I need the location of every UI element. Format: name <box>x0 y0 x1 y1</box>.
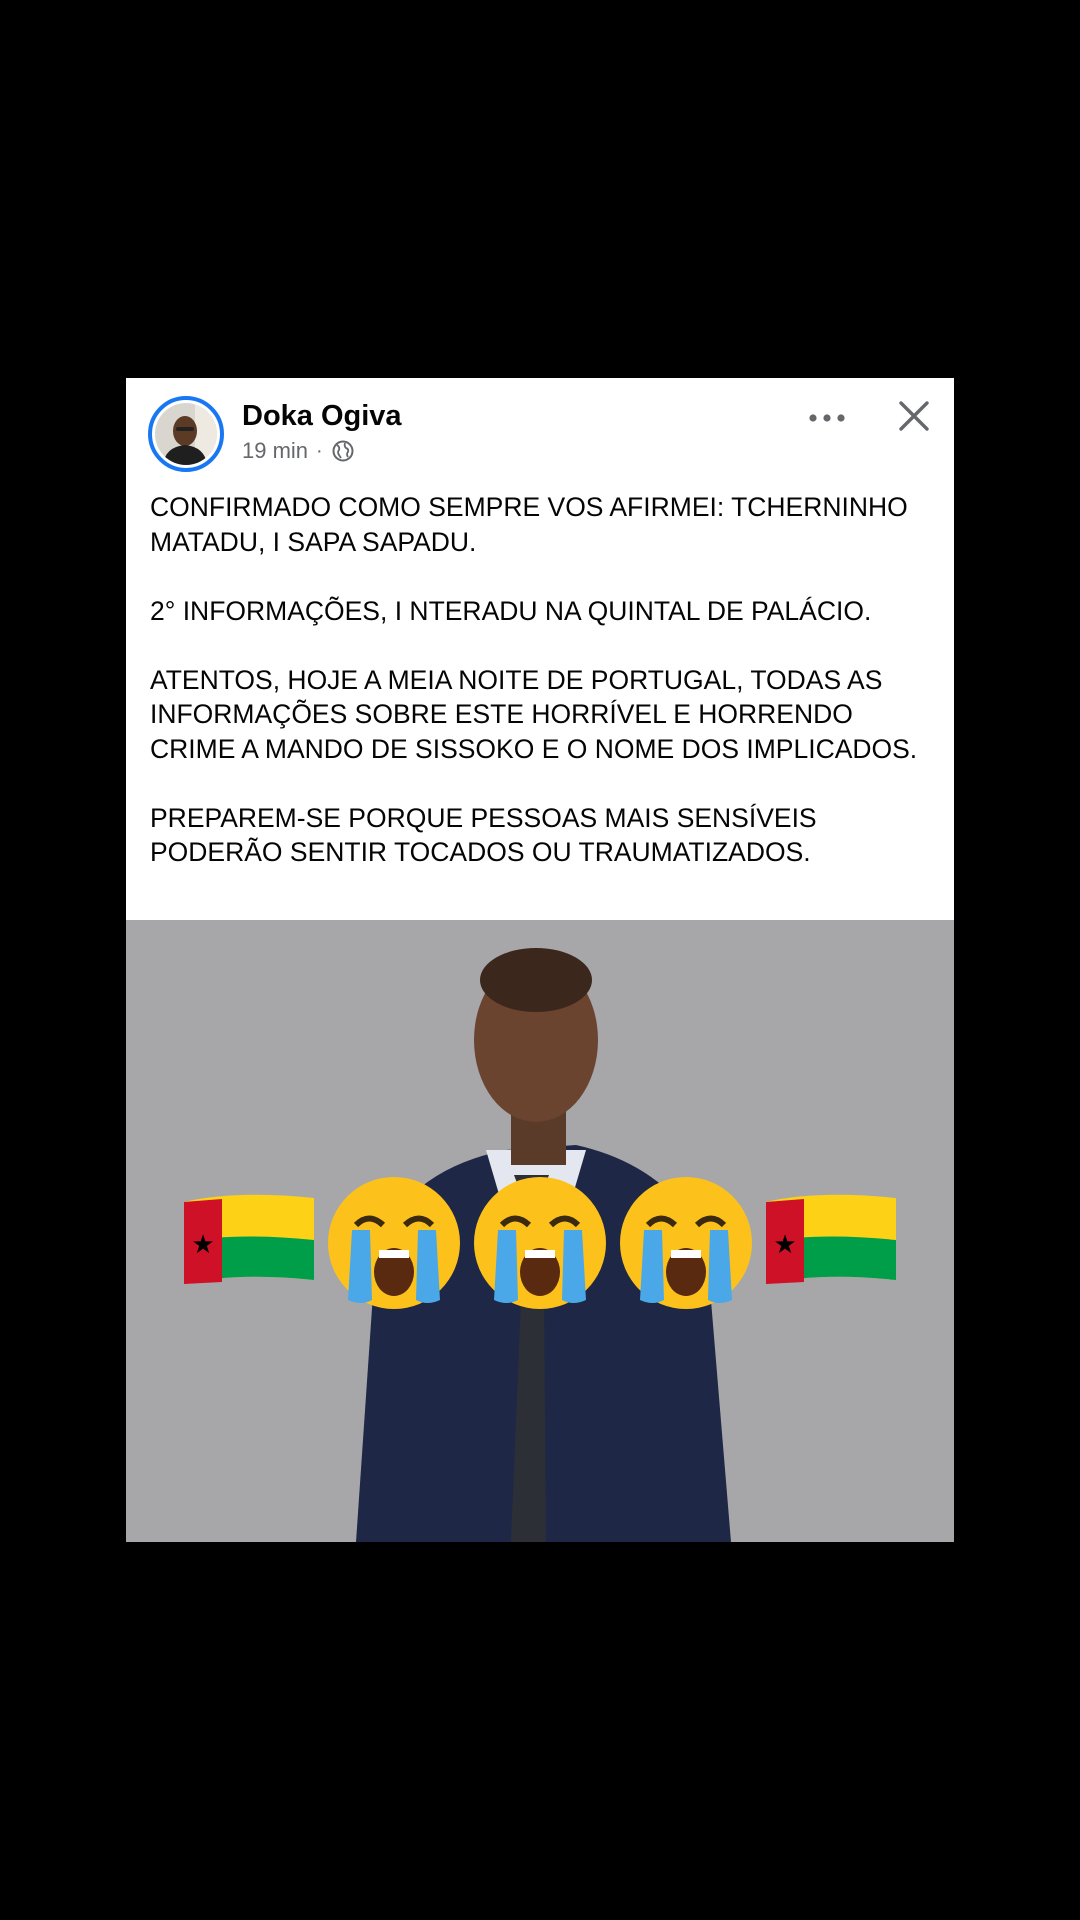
crying-face-emoji-2 <box>474 1177 606 1309</box>
crying-face-emoji-3 <box>620 1177 752 1309</box>
more-horizontal-icon[interactable] <box>806 408 848 428</box>
post-card: Doka Ogiva 19 min · CONFIRMADO COMO SEMP… <box>126 378 954 1542</box>
post-time[interactable]: 19 min <box>242 438 308 464</box>
flag-guinea-bissau-left: ★ <box>184 1194 314 1284</box>
close-icon[interactable] <box>896 398 932 434</box>
post-meta: 19 min · <box>242 438 355 464</box>
avatar-photo <box>155 403 217 465</box>
post-image[interactable]: ★ ★ <box>126 920 954 1542</box>
globe-icon[interactable] <box>331 439 355 463</box>
post-paragraph: 2° INFORMAÇÕES, I NTERADU NA QUINTAL DE … <box>150 595 872 626</box>
post-text: CONFIRMADO COMO SEMPRE VOS AFIRMEI: TCHE… <box>150 490 940 870</box>
post-header: Doka Ogiva 19 min · <box>126 378 954 478</box>
svg-text:★: ★ <box>773 1230 796 1260</box>
avatar[interactable] <box>148 396 224 472</box>
flag-guinea-bissau-right: ★ <box>766 1194 896 1284</box>
post-paragraph: ATENTOS, HOJE A MEIA NOITE DE PORTUGAL, … <box>150 664 918 764</box>
svg-text:★: ★ <box>191 1230 214 1260</box>
crying-face-emoji-1 <box>328 1177 460 1309</box>
meta-separator: · <box>316 439 323 462</box>
post-paragraph: PREPAREM-SE PORQUE PESSOAS MAIS SENSÍVEI… <box>150 802 817 868</box>
post-paragraph: CONFIRMADO COMO SEMPRE VOS AFIRMEI: TCHE… <box>150 492 908 557</box>
author-name[interactable]: Doka Ogiva <box>242 400 402 433</box>
